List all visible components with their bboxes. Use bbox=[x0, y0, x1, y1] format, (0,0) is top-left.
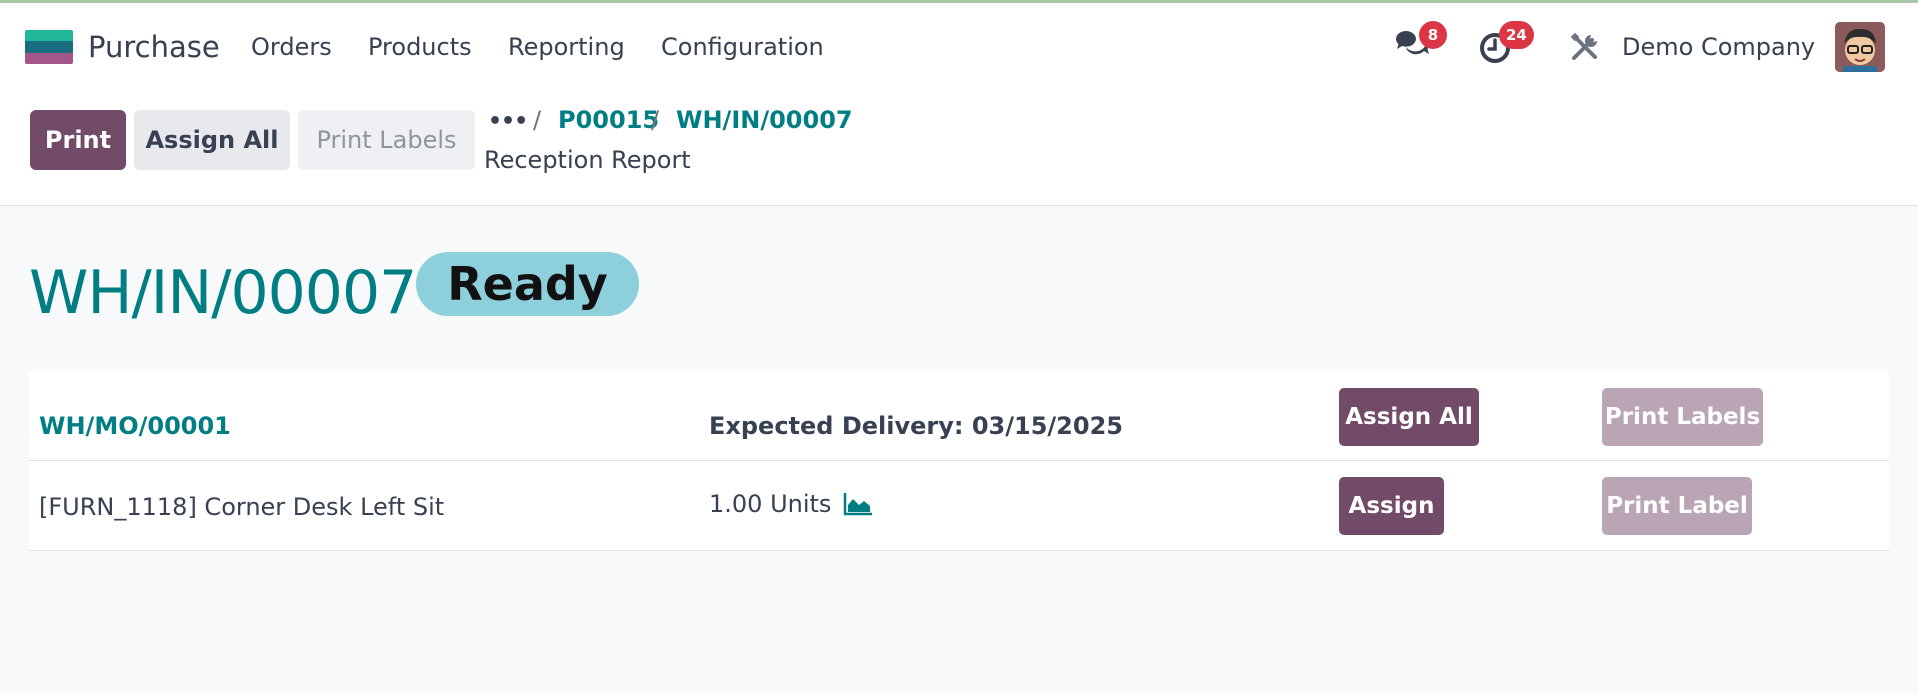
group-print-labels-button[interactable]: Print Labels bbox=[1602, 388, 1763, 446]
company-switcher[interactable]: Demo Company bbox=[1622, 33, 1815, 61]
breadcrumb-receipt[interactable]: WH/IN/00007 bbox=[676, 106, 853, 134]
product-name: [FURN_1118] Corner Desk Left Sit bbox=[39, 493, 445, 521]
breadcrumb-separator: / bbox=[533, 106, 542, 134]
user-avatar[interactable] bbox=[1835, 22, 1885, 72]
breadcrumb-more-button[interactable]: ••• bbox=[488, 109, 528, 134]
print-labels-button[interactable]: Print Labels bbox=[298, 110, 475, 170]
expected-delivery: Expected Delivery: 03/15/2025 bbox=[709, 412, 1123, 440]
app-name[interactable]: Purchase bbox=[88, 30, 220, 64]
messages-badge: 8 bbox=[1419, 21, 1447, 49]
line-print-label-button[interactable]: Print Label bbox=[1602, 477, 1752, 535]
menu-orders[interactable]: Orders bbox=[251, 33, 332, 61]
line-assign-button[interactable]: Assign bbox=[1339, 477, 1444, 535]
print-button[interactable]: Print bbox=[30, 110, 126, 170]
report-title: WH/IN/00007 bbox=[29, 258, 417, 328]
tools-icon[interactable] bbox=[1565, 27, 1605, 67]
source-document-link[interactable]: WH/MO/00001 bbox=[39, 412, 231, 440]
product-quantity: 1.00 Units bbox=[709, 490, 832, 518]
breadcrumb-current-page: Reception Report bbox=[484, 146, 691, 174]
forecast-chart-icon[interactable] bbox=[843, 491, 873, 517]
breadcrumb-separator: / bbox=[651, 106, 660, 134]
menu-configuration[interactable]: Configuration bbox=[661, 33, 824, 61]
purchase-app-icon[interactable] bbox=[25, 30, 73, 64]
row-divider bbox=[29, 460, 1889, 461]
breadcrumb-purchase-order[interactable]: P00015 bbox=[558, 106, 659, 134]
status-badge: Ready bbox=[416, 252, 639, 316]
main-navbar: Purchase Orders Products Reporting Confi… bbox=[0, 3, 1918, 92]
activities-badge: 24 bbox=[1499, 21, 1534, 49]
menu-products[interactable]: Products bbox=[368, 33, 472, 61]
assign-all-button[interactable]: Assign All bbox=[134, 110, 290, 170]
group-assign-all-button[interactable]: Assign All bbox=[1339, 388, 1479, 446]
row-divider bbox=[29, 550, 1889, 551]
menu-reporting[interactable]: Reporting bbox=[508, 33, 625, 61]
